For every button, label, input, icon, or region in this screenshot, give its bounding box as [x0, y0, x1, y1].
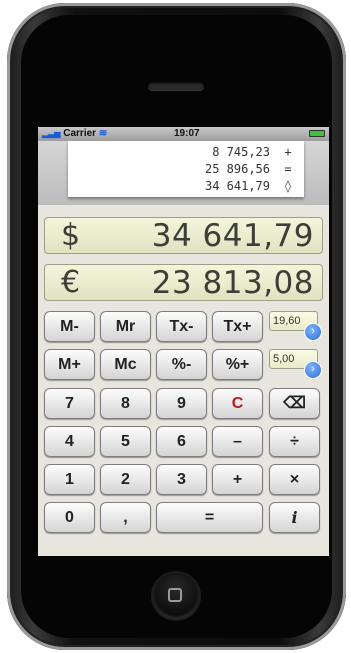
backspace-icon: ⌫ [283, 395, 306, 412]
plus-button[interactable]: + [212, 464, 263, 495]
decimal-comma-button[interactable]: , [100, 502, 151, 533]
divide-button[interactable]: ÷ [269, 426, 320, 457]
dollar-symbol: $ [61, 218, 81, 253]
dollar-value: 34 641,79 [151, 218, 314, 254]
multiply-button[interactable]: × [269, 464, 320, 495]
mr-button[interactable]: Mr [100, 311, 151, 342]
earpiece-speaker [148, 82, 204, 90]
status-bar: ▂▃▅ Carrier ≋ 19:07 [38, 127, 329, 141]
euro-value: 23 813,08 [151, 265, 314, 301]
digit-4-button[interactable]: 4 [44, 426, 95, 457]
digit-8-button[interactable]: 8 [100, 388, 151, 419]
digit-6-button[interactable]: 6 [156, 426, 207, 457]
tape-line: 25 896,56 = [204, 162, 292, 176]
percent-plus-button[interactable]: %+ [212, 349, 263, 380]
info-button[interactable]: i [269, 502, 320, 533]
battery-icon [309, 130, 325, 137]
tax-rate-setting[interactable]: 19,60 › [269, 311, 322, 342]
minus-button[interactable]: – [212, 426, 263, 457]
tape-line: 34 641,79 ◊ [204, 179, 292, 193]
home-button[interactable] [153, 573, 199, 619]
equals-button[interactable]: = [156, 502, 263, 533]
digit-5-button[interactable]: 5 [100, 426, 151, 457]
dollar-display[interactable]: $ 34 641,79 [44, 217, 323, 254]
digit-9-button[interactable]: 9 [156, 388, 207, 419]
calculator-screen: ▂▃▅ Carrier ≋ 19:07 8 745,23 + 25 896,56… [38, 127, 329, 556]
carrier-label: ▂▃▅ Carrier ≋ [42, 128, 108, 139]
signal-icon: ▂▃▅ [42, 129, 61, 138]
clear-button[interactable]: C [212, 388, 263, 419]
digit-2-button[interactable]: 2 [100, 464, 151, 495]
home-square-icon [168, 588, 182, 602]
wifi-icon: ≋ [98, 128, 108, 139]
m-minus-button[interactable]: M- [44, 311, 95, 342]
euro-symbol: € [61, 265, 81, 300]
digit-0-button[interactable]: 0 [44, 502, 95, 533]
tx-plus-button[interactable]: Tx+ [212, 311, 263, 342]
digit-7-button[interactable]: 7 [44, 388, 95, 419]
m-plus-button[interactable]: M+ [44, 349, 95, 380]
euro-display[interactable]: € 23 813,08 [44, 264, 323, 301]
status-time: 19:07 [174, 128, 200, 139]
digit-3-button[interactable]: 3 [156, 464, 207, 495]
mc-button[interactable]: Mc [100, 349, 151, 380]
chevron-right-icon[interactable]: › [304, 323, 322, 341]
percent-minus-button[interactable]: %- [156, 349, 207, 380]
tape-line: 8 745,23 + [212, 145, 292, 159]
chevron-right-icon[interactable]: › [304, 361, 322, 379]
backspace-button[interactable]: ⌫ [269, 388, 320, 419]
paper-tape: 8 745,23 + 25 896,56 = 34 641,79 ◊ [68, 141, 304, 197]
tx-minus-button[interactable]: Tx- [156, 311, 207, 342]
digit-1-button[interactable]: 1 [44, 464, 95, 495]
percent-rate-setting[interactable]: 5,00 › [269, 349, 322, 380]
